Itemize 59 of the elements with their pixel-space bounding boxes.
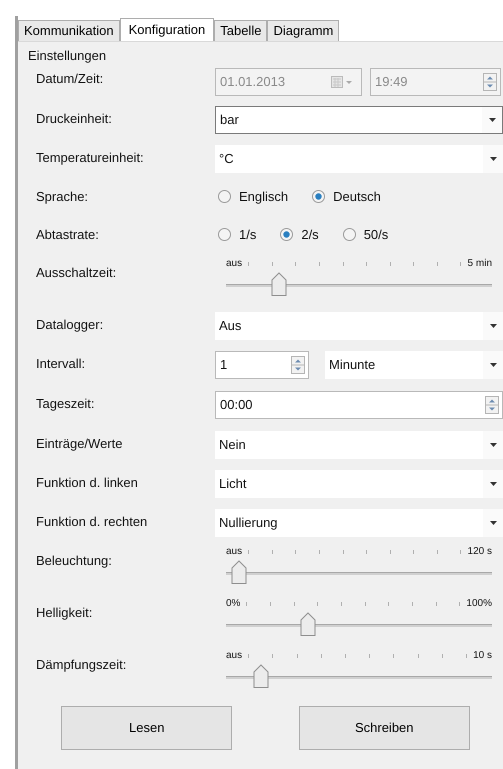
dropdown-arrow-icon (490, 157, 496, 161)
field-label: Abtastrate: (35, 226, 100, 244)
field-label: Einträge/Werte (35, 435, 124, 453)
dropdown-arrow-icon (490, 521, 496, 525)
field-label: Druckeinheit: (35, 110, 113, 128)
dropdown[interactable]: Minunte (325, 351, 503, 379)
dropdown-arrow-icon (490, 482, 496, 486)
field-label: Sprache: (35, 188, 90, 206)
tab[interactable]: Diagramm (267, 20, 340, 41)
dropdown[interactable]: °C (215, 145, 503, 173)
dropdown-arrow-icon (490, 363, 496, 367)
field-label: Funktion d. rechten (35, 513, 148, 531)
dropdown-arrow-icon (490, 324, 496, 328)
radio-option[interactable]: Englisch (218, 187, 288, 206)
slider-max-label: 5 min (468, 258, 492, 270)
field-label: Ausschaltzeit: (35, 264, 118, 282)
spin-arrows-icon (483, 73, 497, 91)
group-title: Einstellungen (27, 48, 108, 64)
field-label: Beleuchtung: (35, 552, 113, 570)
slider-max-label: 10 s (473, 650, 492, 662)
radio-option[interactable]: 50/s (342, 225, 388, 244)
dropdown[interactable]: Nullierung (215, 509, 503, 537)
slider-thumb[interactable] (300, 612, 316, 637)
radio-option[interactable]: Deutsch (312, 187, 381, 206)
field-label: Helligkeit: (35, 604, 94, 622)
tab[interactable]: Kommunikation (18, 20, 120, 41)
action-button[interactable]: Lesen (61, 706, 232, 750)
field-label: Tageszeit: (35, 395, 96, 413)
tab[interactable]: Konfiguration (120, 18, 214, 41)
field-label: Datum/Zeit: (35, 70, 104, 88)
slider-thumb[interactable] (231, 560, 248, 585)
dropdown-arrow-icon (488, 118, 496, 122)
slider-max-label: 100% (466, 598, 492, 610)
time-field[interactable]: 00:00 (215, 391, 503, 419)
number-spinner[interactable]: 1 (215, 351, 309, 379)
radio-option[interactable]: 2/s (280, 225, 319, 244)
slider-min-label: 0% (226, 598, 240, 610)
tab[interactable]: Tabelle (214, 20, 268, 41)
dropdown[interactable]: Licht (215, 470, 503, 498)
slider-max-label: 120 s (468, 546, 492, 558)
slider-thumb[interactable] (271, 272, 288, 297)
slider-min-label: aus (226, 258, 242, 270)
field-label: Datalogger: (35, 316, 104, 334)
spin-arrows-icon (485, 396, 499, 414)
dropdown[interactable]: Nein (215, 431, 503, 459)
slider-thumb[interactable] (252, 664, 269, 689)
calendar-icon (331, 76, 355, 88)
slider-min-label: aus (226, 546, 242, 558)
field-label: Funktion d. linken (35, 474, 139, 492)
dropdown-arrow-icon (490, 443, 496, 447)
field-label: Temperatureinheit: (35, 149, 145, 167)
dropdown[interactable]: Aus (215, 312, 503, 340)
dropdown[interactable]: bar (215, 106, 503, 134)
slider-min-label: aus (226, 650, 242, 662)
action-button[interactable]: Schreiben (298, 706, 470, 750)
spin-arrows-icon (291, 356, 305, 374)
field-label: Dämpfungszeit: (35, 656, 128, 674)
field-label: Intervall: (35, 355, 86, 373)
radio-option[interactable]: 1/s (218, 225, 256, 244)
